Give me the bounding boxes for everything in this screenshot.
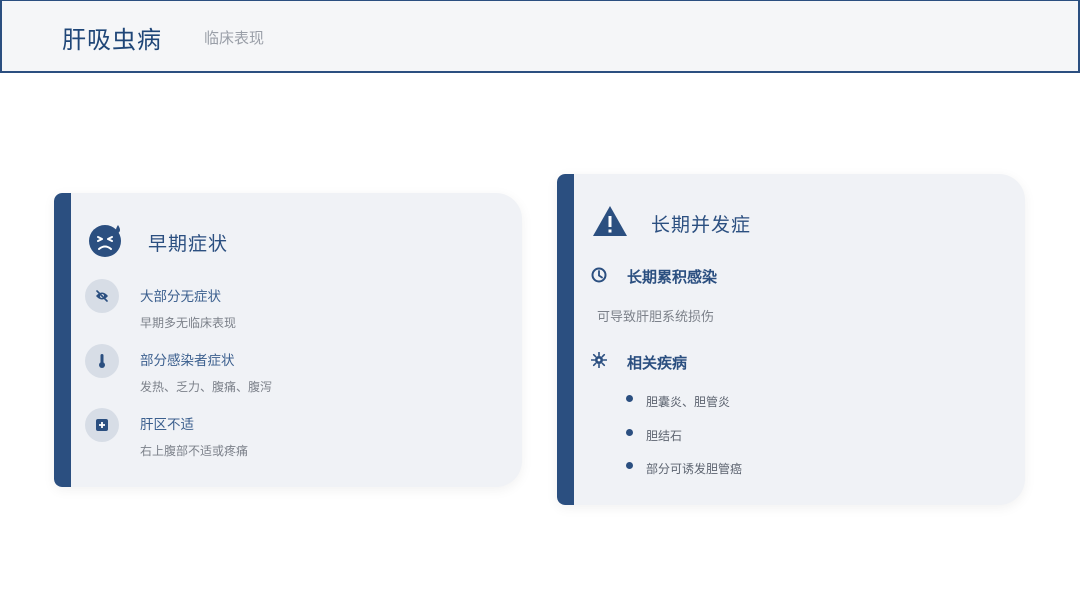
related-disease-item: 胆囊炎、胆管炎 xyxy=(646,395,731,409)
related-diseases-title: 相关疾病 xyxy=(627,354,688,372)
page-subtitle: 临床表现 xyxy=(204,29,265,47)
page-title: 肝吸虫病 xyxy=(62,26,162,54)
long-term-complications-card: 长期并发症 长期累积感染 可导致肝胆系统损伤 相关疾病 胆囊炎、胆管炎 胆结石 … xyxy=(557,174,1025,505)
chronic-infection-title: 长期累积感染 xyxy=(627,268,718,286)
long-term-title: 长期并发症 xyxy=(651,214,752,236)
eye-slash-icon xyxy=(96,290,108,302)
sick-face-icon xyxy=(89,225,121,257)
early-item-desc: 早期多无临床表现 xyxy=(140,316,237,330)
chronic-infection-desc: 可导致肝胆系统损伤 xyxy=(597,310,715,325)
thermometer-icon-badge xyxy=(85,344,119,378)
medical-plus-icon-badge xyxy=(85,408,119,442)
card-accent-bar xyxy=(54,193,71,487)
related-disease-item: 部分可诱发胆管癌 xyxy=(646,462,743,476)
clock-icon xyxy=(591,267,607,283)
early-item-desc: 发热、乏力、腹痛、腹泻 xyxy=(140,380,273,394)
thermometer-icon xyxy=(99,354,105,368)
eye-slash-icon-badge xyxy=(85,279,119,313)
early-item-title: 部分感染者症状 xyxy=(140,353,235,369)
virus-icon xyxy=(591,352,607,368)
bullet-dot xyxy=(626,429,633,436)
bullet-dot xyxy=(626,395,633,402)
warning-triangle-icon xyxy=(593,206,627,236)
card-accent-bar xyxy=(557,174,574,505)
early-symptoms-card: 早期症状 大部分无症状 早期多无临床表现 部分感染者症状 发热、乏力、腹痛、腹泻… xyxy=(54,193,522,487)
early-item-title: 大部分无症状 xyxy=(140,289,221,305)
medical-plus-icon xyxy=(96,419,108,431)
header-bar: 肝吸虫病 临床表现 xyxy=(0,0,1080,73)
early-item-desc: 右上腹部不适或疼痛 xyxy=(140,444,249,458)
early-symptoms-title: 早期症状 xyxy=(148,233,229,255)
early-item-title: 肝区不适 xyxy=(140,417,194,433)
bullet-dot xyxy=(626,462,633,469)
related-disease-item: 胆结石 xyxy=(646,429,683,443)
